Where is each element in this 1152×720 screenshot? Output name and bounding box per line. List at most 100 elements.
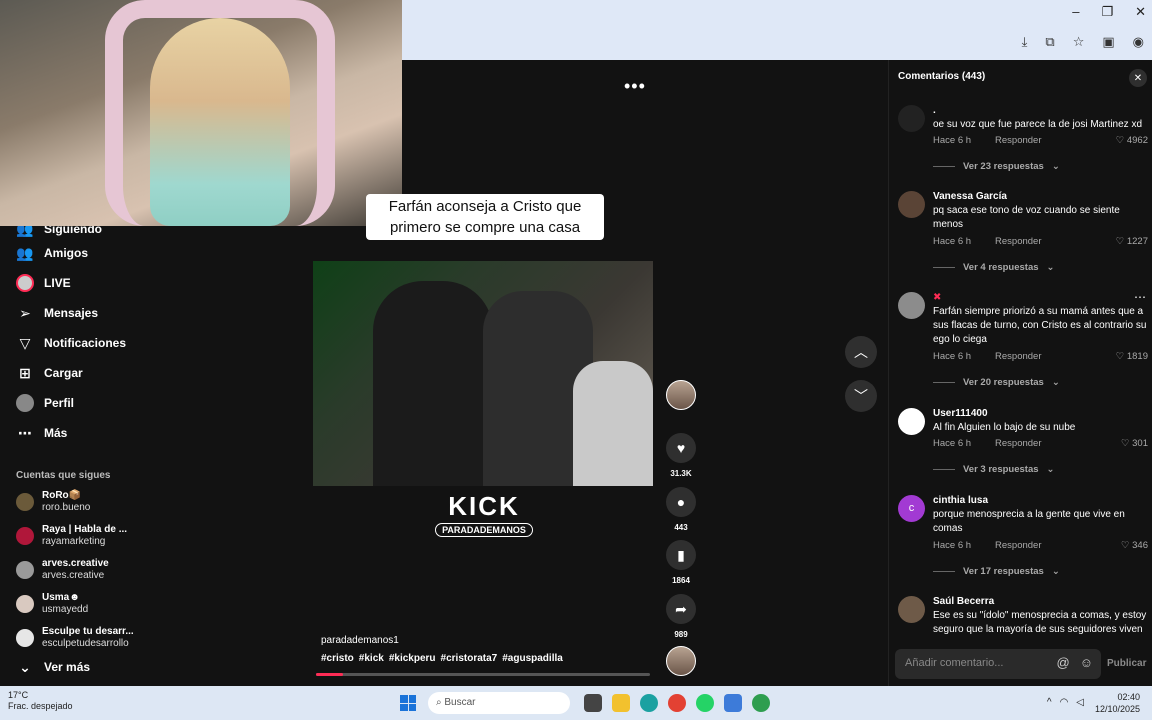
sidebar-item-messages[interactable]: ➢ Mensajes — [16, 304, 98, 322]
favorites-icon[interactable]: ☆ — [1073, 34, 1085, 50]
comment-time: Hace 6 h — [933, 236, 972, 247]
view-replies-button[interactable]: Ver 20 respuestas ⌄ — [933, 377, 1060, 388]
edge-icon[interactable] — [640, 694, 658, 712]
chevron-up-icon[interactable]: ^ — [1047, 697, 1052, 708]
profile-icon[interactable]: ◉ — [1133, 34, 1144, 50]
restore-button[interactable]: ❐ — [1101, 4, 1113, 20]
volume-icon[interactable]: ◁ — [1076, 697, 1084, 708]
publish-button[interactable]: Publicar — [1107, 658, 1146, 669]
account-name: arves.creative — [42, 558, 109, 569]
hashtag[interactable]: #kick — [359, 653, 384, 664]
comment-input[interactable]: Añadir comentario... @ ☺ — [895, 649, 1101, 679]
hashtag[interactable]: #kickperu — [389, 653, 436, 664]
author-avatar[interactable] — [666, 380, 696, 410]
avatar[interactable]: c — [898, 495, 925, 522]
next-video-button[interactable]: ﹀ — [845, 380, 877, 412]
chrome-icon[interactable] — [668, 694, 686, 712]
profile-avatar-icon — [16, 394, 34, 412]
start-button[interactable] — [400, 695, 416, 711]
file-explorer-icon[interactable] — [612, 694, 630, 712]
comment-like-button[interactable]: ♡ 346 — [1121, 540, 1148, 551]
comment-like-button[interactable]: ♡ 1819 — [1116, 351, 1148, 362]
account-handle: roro.bueno — [42, 502, 91, 513]
view-replies-button[interactable]: Ver 4 respuestas ⌄ — [933, 262, 1055, 273]
hashtag[interactable]: #cristorata7 — [441, 653, 498, 664]
save-button[interactable]: ▮ — [666, 540, 696, 570]
account-handle: arves.creative — [42, 570, 105, 581]
like-count: 31.3K — [670, 469, 692, 478]
comment-author[interactable]: ✖ — [933, 292, 1123, 303]
reply-button[interactable]: Responder — [995, 438, 1041, 449]
taskbar-search[interactable]: ⌕ Buscar — [428, 692, 570, 714]
comment-author[interactable]: User111400 — [933, 408, 1123, 419]
sidebar-item-profile[interactable]: Perfil — [16, 394, 74, 412]
hashtag[interactable]: #aguspadilla — [502, 653, 563, 664]
hashtag[interactable]: #cristo — [321, 653, 354, 664]
like-button[interactable]: ♥ — [666, 433, 696, 463]
close-window-button[interactable]: ✕ — [1135, 4, 1146, 20]
whatsapp-icon[interactable] — [696, 694, 714, 712]
close-comments-button[interactable]: ✕ — [1129, 69, 1147, 87]
reply-button[interactable]: Responder — [995, 351, 1041, 362]
previous-video-button[interactable]: ︿ — [845, 336, 877, 368]
see-more-button[interactable]: ⌄ Ver más — [16, 658, 90, 676]
wifi-icon[interactable]: ◠ — [1060, 697, 1069, 708]
extensions-icon[interactable]: ⧉ — [1045, 34, 1054, 50]
download-icon[interactable]: ⤓ — [1022, 34, 1028, 50]
task-view-icon[interactable] — [584, 694, 602, 712]
video-progress-fill — [316, 673, 343, 676]
sidebar-item-live[interactable]: LIVE — [16, 274, 71, 292]
share-icon: ➦ — [675, 600, 687, 617]
chevron-down-icon: ⌄ — [1051, 377, 1060, 388]
comment-author[interactable]: . — [933, 105, 1123, 116]
reply-button[interactable]: Responder — [995, 135, 1041, 146]
emoji-icon[interactable]: ☺ — [1080, 655, 1093, 670]
sound-avatar[interactable] — [666, 646, 696, 676]
avatar[interactable] — [898, 292, 925, 319]
comment-like-button[interactable]: ♡ 1227 — [1116, 236, 1148, 247]
comment-author[interactable]: Vanessa García — [933, 191, 1123, 202]
video-author[interactable]: paradademanos1 — [321, 635, 399, 646]
avatar[interactable] — [898, 408, 925, 435]
comment-options-button[interactable]: ⋯ — [1134, 290, 1146, 304]
divider — [933, 382, 955, 383]
followed-account[interactable]: arves.creative arves.creative — [16, 558, 109, 582]
video-progress-bar[interactable] — [316, 673, 650, 676]
weather-widget[interactable]: 17°C Frac. despejado — [8, 690, 73, 712]
reply-button[interactable]: Responder — [995, 540, 1041, 551]
comment-icon: ● — [676, 494, 686, 510]
input-icons: @ ☺ — [1057, 655, 1093, 670]
taskbar-apps — [584, 694, 770, 712]
comment-author[interactable]: cinthia lusa — [933, 495, 1123, 506]
store-icon[interactable] — [724, 694, 742, 712]
avatar[interactable] — [898, 596, 925, 623]
view-replies-button[interactable]: Ver 23 respuestas ⌄ — [933, 161, 1060, 172]
view-replies-button[interactable]: Ver 17 respuestas ⌄ — [933, 566, 1060, 577]
video-player[interactable] — [313, 261, 653, 486]
minimize-button[interactable]: – — [1072, 4, 1079, 20]
followed-account[interactable]: Esculpe tu desarr... esculpetudesarrollo — [16, 626, 134, 650]
comment-button[interactable]: ● — [666, 487, 696, 517]
browser-toolbar: ⤓ ⧉ ☆ ▣ ◉ — [1022, 34, 1144, 50]
reply-button[interactable]: Responder — [995, 236, 1041, 247]
comment-like-button[interactable]: ♡ 4962 — [1116, 135, 1148, 146]
save-count: 1864 — [672, 576, 690, 585]
share-button[interactable]: ➦ — [666, 594, 696, 624]
mention-icon[interactable]: @ — [1057, 655, 1070, 670]
view-replies-button[interactable]: Ver 3 respuestas ⌄ — [933, 464, 1055, 475]
comment-author[interactable]: Saúl Becerra — [933, 596, 1123, 607]
followed-account[interactable]: RoRo📦 roro.bueno — [16, 490, 90, 514]
avatar[interactable] — [898, 105, 925, 132]
sidebar-item-friends[interactable]: 👥 Amigos — [16, 244, 88, 262]
avatar[interactable] — [898, 191, 925, 218]
more-options-button[interactable]: ••• — [624, 76, 646, 97]
chrome-alt-icon[interactable] — [752, 694, 770, 712]
sidebar-item-notifications[interactable]: ▽ Notificaciones — [16, 334, 126, 352]
followed-account[interactable]: Usma☻ usmayedd — [16, 592, 88, 616]
tab-actions-icon[interactable]: ▣ — [1102, 34, 1114, 50]
sidebar-item-more[interactable]: ⋯ Más — [16, 424, 67, 442]
comment-like-button[interactable]: ♡ 301 — [1121, 438, 1148, 449]
sidebar-item-upload[interactable]: ⊞ Cargar — [16, 364, 83, 382]
followed-account[interactable]: Raya | Habla de ... rayamarketing — [16, 524, 127, 548]
clock[interactable]: 02:40 12/10/2025 — [1095, 691, 1140, 715]
